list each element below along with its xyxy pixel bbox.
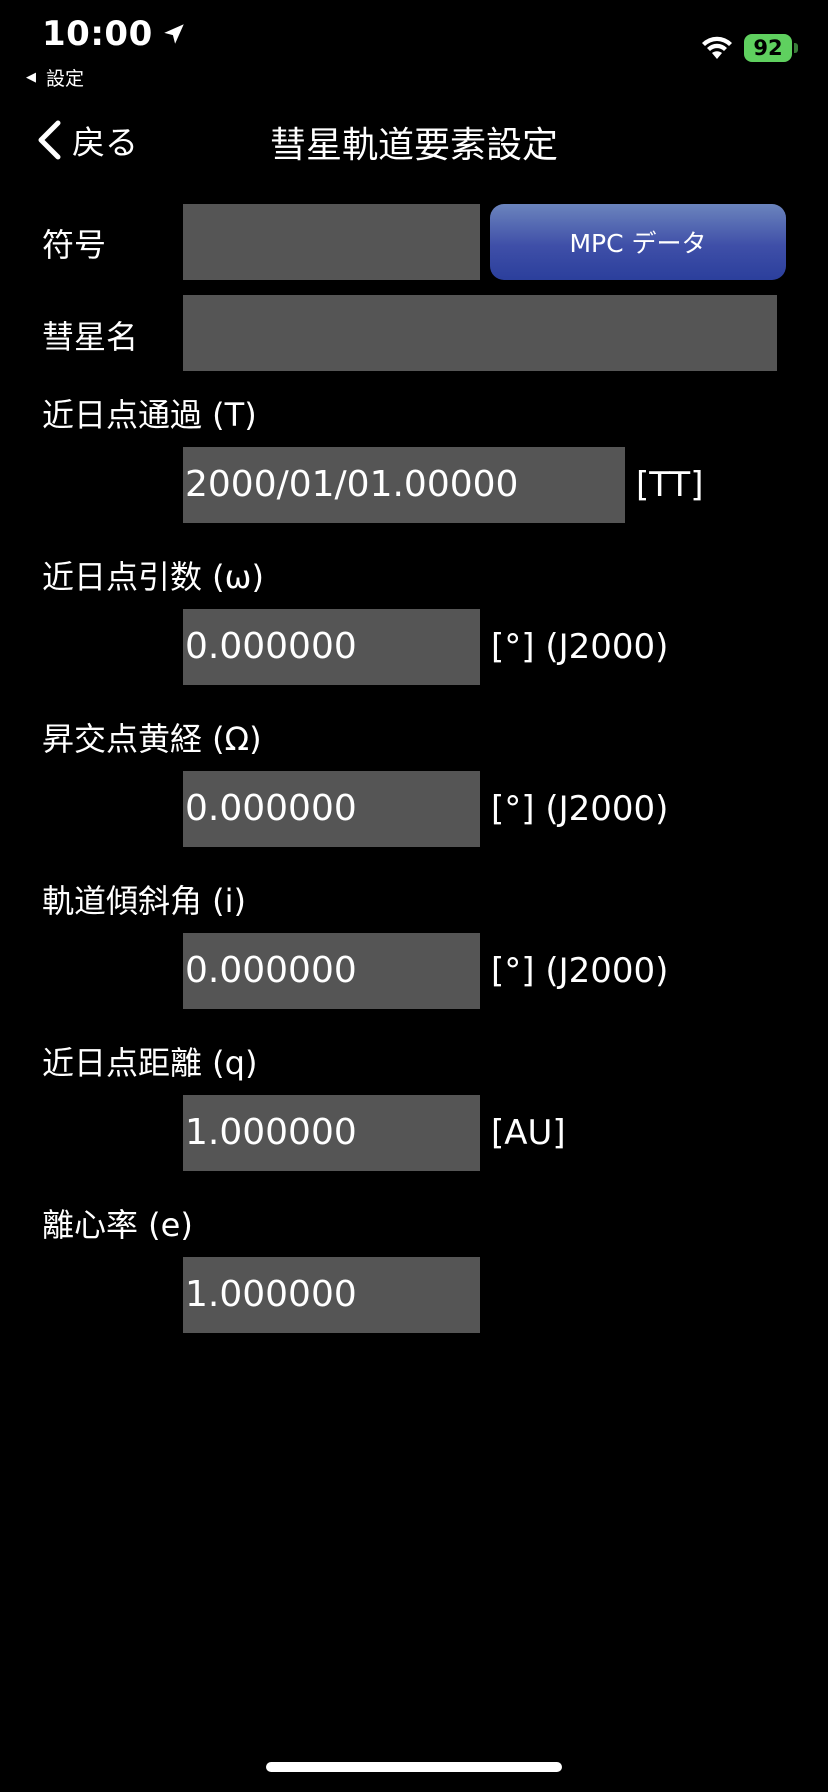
- arg-perihelion-label: 近日点引数 (ω): [42, 558, 264, 596]
- long-asc-node-field[interactable]: 0.000000: [183, 771, 480, 847]
- status-back-label: 設定: [46, 68, 85, 90]
- status-time: 10:00: [42, 14, 187, 54]
- code-field[interactable]: [183, 204, 480, 280]
- battery-icon: 92: [744, 34, 792, 62]
- home-indicator[interactable]: [266, 1762, 562, 1772]
- perihelion-distance-field[interactable]: 1.000000: [183, 1095, 480, 1171]
- long-asc-node-label: 昇交点黄経 (Ω): [42, 720, 262, 758]
- back-triangle-icon: ◀: [26, 70, 36, 85]
- status-indicators: 92: [700, 34, 798, 62]
- comet-name-label: 彗星名: [42, 318, 139, 356]
- perihelion-time-field[interactable]: 2000/01/01.00000: [183, 447, 625, 523]
- perihelion-distance-label: 近日点距離 (q): [42, 1044, 258, 1082]
- status-back-to-app[interactable]: ◀ 設定: [26, 64, 84, 91]
- arg-perihelion-unit: [°] (J2000): [491, 627, 669, 667]
- inclination-unit: [°] (J2000): [491, 951, 669, 991]
- long-asc-node-unit: [°] (J2000): [491, 789, 669, 829]
- perihelion-time-unit: [TT]: [636, 465, 704, 505]
- location-arrow-icon: [163, 24, 184, 44]
- comet-name-field[interactable]: [183, 295, 777, 371]
- wifi-icon: [702, 36, 732, 59]
- inclination-label: 軌道傾斜角 (i): [42, 882, 247, 920]
- eccentricity-field[interactable]: 1.000000: [183, 1257, 480, 1333]
- mpc-data-button[interactable]: MPC データ: [490, 204, 786, 280]
- arg-perihelion-field[interactable]: 0.000000: [183, 609, 480, 685]
- battery-tip: [794, 43, 798, 53]
- inclination-field[interactable]: 0.000000: [183, 933, 480, 1009]
- page-title: 彗星軌道要素設定: [269, 125, 558, 166]
- code-label: 符号: [42, 226, 107, 264]
- time-text: 10:00: [42, 14, 153, 54]
- perihelion-distance-unit: [AU]: [491, 1113, 566, 1153]
- perihelion-time-label: 近日点通過 (T): [42, 396, 257, 434]
- eccentricity-label: 離心率 (e): [42, 1206, 193, 1244]
- battery-level: 92: [753, 36, 783, 60]
